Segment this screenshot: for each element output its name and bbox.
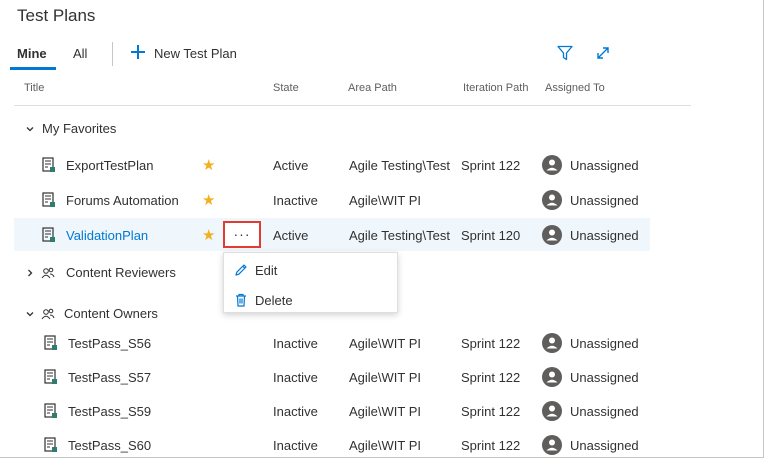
plan-iteration-path: Sprint 122 [461,438,521,453]
plan-assigned-to: Unassigned [570,336,639,351]
avatar-icon [542,225,562,245]
plan-area-path: Agile\WIT PI [349,193,422,208]
avatar-icon [542,401,562,421]
context-menu: Edit Delete [223,252,398,313]
plan-area-path: Agile\WIT PI [349,404,422,419]
page-title: Test Plans [17,6,96,25]
column-header-state[interactable]: State [273,82,299,94]
column-header-iteration-path[interactable]: Iteration Path [463,82,528,94]
chevron-down-icon[interactable] [25,124,35,134]
test-plan-icon [44,437,57,452]
plan-state: Active [273,228,309,243]
plan-title[interactable]: ValidationPlan [66,228,148,243]
plan-title[interactable]: TestPass_S59 [68,404,151,419]
plan-assigned-to: Unassigned [570,158,639,173]
tab-active-indicator [10,67,56,70]
plan-iteration-path: Sprint 122 [461,404,521,419]
menu-item-label: Delete [255,293,293,308]
favorite-star-icon[interactable]: ★ [202,156,215,174]
more-actions-button[interactable]: ··· [223,221,261,248]
plan-iteration-path: Sprint 120 [461,228,521,243]
test-plan-icon [44,335,57,350]
more-icon: ··· [233,226,251,242]
expand-icon[interactable] [595,45,611,61]
plan-state: Inactive [273,336,318,351]
pencil-icon [235,264,247,276]
test-plan-icon [44,369,57,384]
chevron-down-icon[interactable] [25,309,35,319]
plan-state: Inactive [273,404,318,419]
header-divider [14,105,691,106]
plan-iteration-path: Sprint 122 [461,370,521,385]
group-header-favorites[interactable]: My Favorites [42,121,116,136]
tab-all[interactable]: All [73,46,87,61]
column-header-area-path[interactable]: Area Path [348,82,397,94]
plan-state: Inactive [273,193,318,208]
plan-assigned-to: Unassigned [570,193,639,208]
test-plan-icon [42,157,55,172]
plan-title[interactable]: ExportTestPlan [66,158,153,173]
people-icon [41,267,55,279]
plan-title[interactable]: TestPass_S60 [68,438,151,453]
tab-mine[interactable]: Mine [17,46,47,61]
avatar-icon [542,155,562,175]
group-header-reviewers[interactable]: Content Reviewers [66,265,176,280]
chevron-right-icon[interactable] [25,268,35,278]
test-plan-icon [42,192,55,207]
test-plan-icon [44,403,57,418]
plan-area-path: Agile\WIT PI [349,336,422,351]
plan-assigned-to: Unassigned [570,370,639,385]
plan-area-path: Agile\WIT PI [349,370,422,385]
plan-state: Inactive [273,370,318,385]
plan-state: Inactive [273,438,318,453]
filter-icon[interactable] [557,45,573,61]
trash-icon [236,293,246,307]
people-icon [41,308,55,320]
plan-state: Active [273,158,309,173]
plan-iteration-path: Sprint 122 [461,158,521,173]
avatar-icon [542,190,562,210]
test-plan-icon [42,227,55,242]
menu-item-delete[interactable]: Delete [224,285,397,315]
plan-area-path: Agile\WIT PI [349,438,422,453]
menu-item-label: Edit [255,263,278,278]
favorite-star-icon[interactable]: ★ [202,191,215,209]
plan-title[interactable]: Forums Automation [66,193,179,208]
plan-assigned-to: Unassigned [570,404,639,419]
plan-area-path: Agile Testing\Test [349,158,450,173]
favorite-star-icon[interactable]: ★ [202,226,215,244]
avatar-icon [542,367,562,387]
column-header-title[interactable]: Title [24,82,44,94]
toolbar-divider [112,42,113,66]
plus-icon[interactable] [131,45,145,59]
plan-iteration-path: Sprint 122 [461,336,521,351]
avatar-icon [542,333,562,353]
column-header-assigned-to[interactable]: Assigned To [545,82,605,94]
new-test-plan-button[interactable]: New Test Plan [154,46,237,61]
menu-item-edit[interactable]: Edit [224,255,397,285]
plan-assigned-to: Unassigned [570,438,639,453]
plan-assigned-to: Unassigned [570,228,639,243]
group-header-owners[interactable]: Content Owners [64,306,158,321]
plan-title[interactable]: TestPass_S56 [68,336,151,351]
plan-area-path: Agile Testing\Test [349,228,450,243]
avatar-icon [542,435,562,455]
plan-title[interactable]: TestPass_S57 [68,370,151,385]
